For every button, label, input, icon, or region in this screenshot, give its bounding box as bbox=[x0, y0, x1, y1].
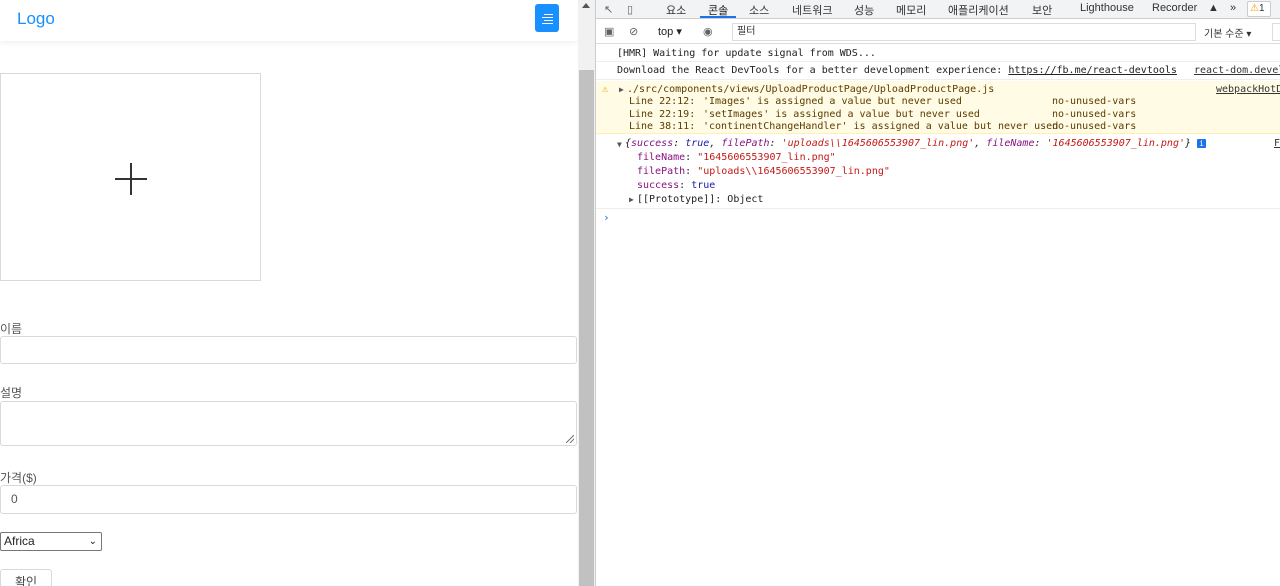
object-property: filePath: "uploads\\1645606553907_lin.pn… bbox=[637, 166, 890, 177]
menu-icon bbox=[544, 14, 553, 15]
scroll-thumb[interactable] bbox=[579, 70, 594, 586]
more-tabs-icon[interactable]: » bbox=[1230, 2, 1236, 14]
source-link[interactable]: react-dom.devel bbox=[1194, 65, 1280, 76]
console-toolbar: ▣ ⊘ top ▾ ◉ 필터 기본 수준 ▾ bbox=[596, 20, 1280, 44]
tab-application[interactable]: 애플리케이션 bbox=[948, 2, 1009, 18]
hmr-message: [HMR] Waiting for update signal from WDS… bbox=[617, 48, 876, 59]
warning-line-pos: Line 38:11: bbox=[629, 121, 696, 132]
navbar: Logo bbox=[0, 0, 578, 41]
filter-input[interactable]: 필터 bbox=[732, 23, 1196, 41]
tab-performance[interactable]: 성능 bbox=[854, 2, 874, 18]
object-summary[interactable]: {success: true, filePath: 'uploads\\1645… bbox=[625, 138, 1207, 149]
console-output: [HMR] Waiting for update signal from WDS… bbox=[596, 45, 1280, 586]
price-label: 가격($) bbox=[0, 471, 37, 485]
source-link[interactable]: webpackHotD bbox=[1216, 84, 1280, 95]
scroll-up-arrow-icon[interactable] bbox=[582, 3, 590, 8]
object-log: ▼ {success: true, filePath: 'uploads\\16… bbox=[596, 135, 1280, 209]
prototype-entry[interactable]: [[Prototype]]: Object bbox=[637, 194, 763, 205]
submit-button[interactable]: 확인 bbox=[0, 569, 52, 586]
expand-arrow-icon[interactable]: ▶ bbox=[629, 195, 634, 204]
warning-file: ./src/components/views/UploadProductPage… bbox=[627, 84, 995, 95]
warning-line-rule: no-unused-vars bbox=[1052, 96, 1137, 107]
warning-icon: ⚠ bbox=[602, 84, 609, 95]
name-label: 이름 bbox=[0, 322, 23, 336]
price-value: 0 bbox=[11, 492, 18, 506]
react-devtools-message: Download the React DevTools for a better… bbox=[617, 65, 1177, 76]
warning-line-rule: no-unused-vars bbox=[1052, 109, 1137, 120]
tab-security[interactable]: 보안 bbox=[1032, 2, 1052, 18]
context-value: top bbox=[658, 26, 674, 38]
warning-line-msg: 'Images' is assigned a value but never u… bbox=[703, 96, 962, 107]
log-levels-dropdown[interactable]: 기본 수준 ▾ bbox=[1204, 25, 1251, 40]
tab-recorder[interactable]: Recorder bbox=[1152, 2, 1197, 14]
console-message: Download the React DevTools for a better… bbox=[596, 62, 1280, 80]
warning-message: ⚠ ▶ ./src/components/views/UploadProduct… bbox=[596, 81, 1280, 134]
flask-icon: ▲ bbox=[1208, 2, 1219, 14]
devtools-panel: ↖ ▯ 요소 콘솔 소스 네트워크 성능 메모리 애플리케이션 보안 Light… bbox=[595, 0, 1280, 586]
logo[interactable]: Logo bbox=[17, 9, 55, 29]
object-property: success: true bbox=[637, 180, 716, 191]
console-message: [HMR] Waiting for update signal from WDS… bbox=[596, 45, 1280, 62]
page-scrollbar[interactable] bbox=[578, 0, 595, 586]
upload-product-page: Logo 이름 설명 가격($) 0 Africa ⌄ 확인 bbox=[0, 0, 578, 586]
warning-count: 1 bbox=[1258, 3, 1265, 14]
tab-sources[interactable]: 소스 bbox=[749, 2, 769, 18]
description-textarea[interactable] bbox=[0, 401, 577, 446]
device-toolbar-icon[interactable]: ▯ bbox=[627, 3, 633, 16]
tab-elements[interactable]: 요소 bbox=[666, 2, 686, 18]
react-devtools-link[interactable]: https://fb.me/react-devtools bbox=[1008, 65, 1177, 76]
warning-line-msg: 'continentChangeHandler' is assigned a v… bbox=[703, 121, 1059, 132]
continent-selected: Africa bbox=[4, 534, 35, 548]
toolbar-overflow-button[interactable] bbox=[1272, 23, 1280, 41]
price-input[interactable]: 0 bbox=[0, 485, 577, 514]
source-link[interactable]: F bbox=[1274, 138, 1280, 149]
console-prompt-icon[interactable]: › bbox=[603, 211, 610, 224]
chevron-down-icon: ⌄ bbox=[88, 536, 97, 547]
active-tab-indicator bbox=[700, 16, 736, 18]
continent-select[interactable]: Africa ⌄ bbox=[0, 532, 102, 551]
warning-icon: ⚠ bbox=[1250, 3, 1259, 14]
devtools-tabbar: ↖ ▯ 요소 콘솔 소스 네트워크 성능 메모리 애플리케이션 보안 Light… bbox=[596, 0, 1280, 19]
warning-line-pos: Line 22:19: bbox=[629, 109, 696, 120]
image-dropzone[interactable] bbox=[0, 73, 261, 281]
eye-icon[interactable]: ◉ bbox=[703, 25, 713, 38]
resize-handle[interactable] bbox=[566, 435, 574, 443]
warning-line-rule: no-unused-vars bbox=[1052, 121, 1137, 132]
clear-console-icon[interactable]: ⊘ bbox=[629, 25, 638, 38]
description-label: 설명 bbox=[0, 386, 23, 400]
context-selector[interactable]: top ▾ bbox=[658, 25, 682, 38]
warning-line-msg: 'setImages' is assigned a value but neve… bbox=[703, 109, 980, 120]
inspect-element-icon[interactable]: ↖ bbox=[604, 3, 613, 16]
info-icon[interactable]: i bbox=[1197, 139, 1207, 148]
expand-arrow-icon[interactable]: ▶ bbox=[619, 85, 624, 94]
tab-memory[interactable]: 메모리 bbox=[896, 2, 926, 18]
tab-network[interactable]: 네트워크 bbox=[792, 2, 832, 18]
warning-line-pos: Line 22:12: bbox=[629, 96, 696, 107]
log-levels-label: 기본 수준 bbox=[1204, 29, 1244, 40]
object-property: fileName: "1645606553907_lin.png" bbox=[637, 152, 836, 163]
sidebar-toggle-icon[interactable]: ▣ bbox=[604, 25, 614, 38]
name-input[interactable] bbox=[0, 336, 577, 364]
tab-lighthouse[interactable]: Lighthouse bbox=[1080, 2, 1134, 14]
menu-button[interactable] bbox=[535, 4, 559, 32]
warning-count-badge[interactable]: ⚠1 bbox=[1247, 1, 1271, 17]
collapse-arrow-icon[interactable]: ▼ bbox=[617, 140, 622, 149]
